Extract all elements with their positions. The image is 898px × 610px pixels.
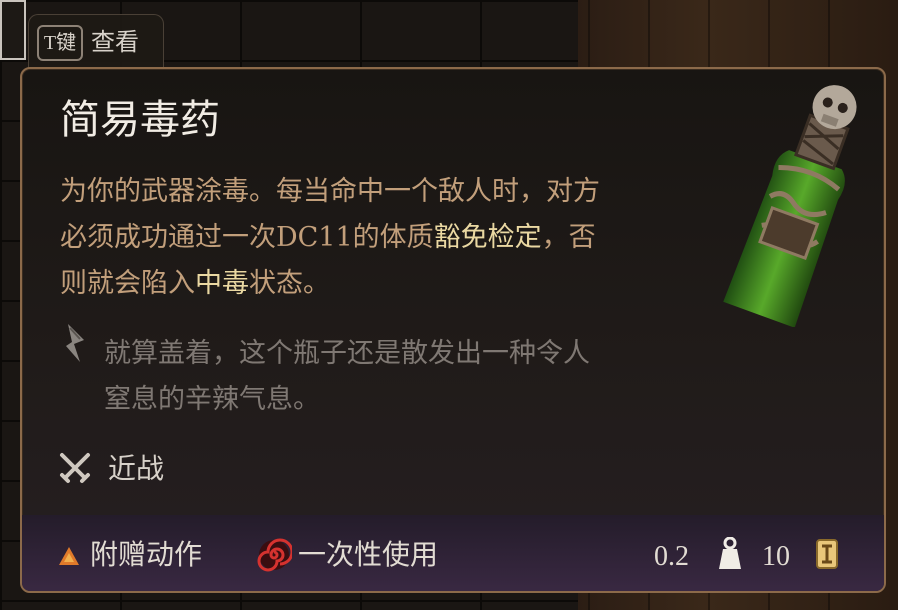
gold-coin-icon xyxy=(816,539,838,569)
tooltip-footer: 附赠动作 一次性使用 0.2 10 xyxy=(22,515,884,591)
item-description: 为你的武器涂毒。每当命中一个敌人时，对方必须成功通过一次DC11的体质豁免检定，… xyxy=(60,169,620,307)
bonus-action-triangle-icon xyxy=(59,547,79,565)
hint-label: 查看 xyxy=(91,28,139,56)
description-text: 状态。 xyxy=(249,268,330,299)
flavor-text: 就算盖着，这个瓶子还是散发出一种令人窒息的辛辣气息。 xyxy=(104,338,590,415)
weight-value: 0.2 xyxy=(654,541,689,572)
inventory-slot[interactable] xyxy=(0,0,26,60)
item-tooltip: 简易毒药 为你的武器涂毒。每当命中一个敌人时，对方必须成功通过一次DC11的体质… xyxy=(20,67,886,593)
poisoned-condition-link[interactable]: 中毒 xyxy=(195,268,249,299)
gold-value: 10 xyxy=(762,541,790,572)
crossed-daggers-icon xyxy=(60,453,90,483)
action-type: 附赠动作 xyxy=(90,538,203,571)
quill-icon xyxy=(66,324,84,362)
inspect-hint[interactable]: T键 查看 xyxy=(28,14,164,69)
spiral-icon xyxy=(257,538,292,572)
usage-type: 一次性使用 xyxy=(298,538,439,571)
saving-throw-link[interactable]: 豁免检定 xyxy=(434,222,542,253)
property-melee: 近战 xyxy=(108,452,165,485)
poison-bottle-image xyxy=(723,85,857,327)
item-name: 简易毒药 xyxy=(60,97,220,143)
hint-key: T键 xyxy=(37,25,83,61)
weight-icon xyxy=(719,537,741,569)
